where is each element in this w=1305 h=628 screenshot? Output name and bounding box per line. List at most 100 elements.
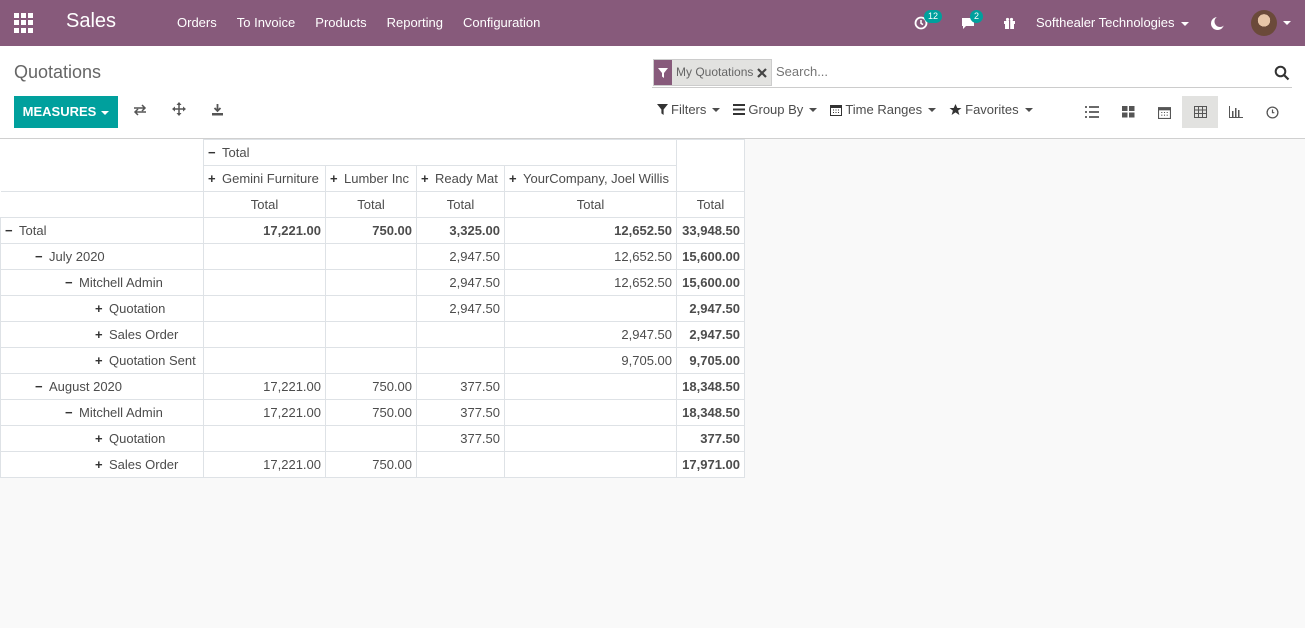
pivot-cell[interactable] xyxy=(325,243,417,270)
measure-header[interactable]: Total xyxy=(203,191,326,218)
pivot-cell[interactable]: 750.00 xyxy=(325,217,417,244)
measures-button[interactable]: MEASURES xyxy=(14,96,118,128)
pivot-cell[interactable]: 2,947.50 xyxy=(504,321,677,348)
row-header[interactable]: + Quotation xyxy=(0,295,204,322)
pivot-cell[interactable] xyxy=(504,451,677,478)
pivot-cell[interactable]: 377.50 xyxy=(416,373,505,400)
search-icon[interactable] xyxy=(1274,65,1290,81)
col-header-gemini-furniture[interactable]: + Gemini Furniture xyxy=(203,165,326,192)
pivot-row-total[interactable]: 377.50 xyxy=(676,425,745,452)
filters-dropdown[interactable]: Filters xyxy=(657,102,721,117)
pivot-cell[interactable]: 12,652.50 xyxy=(504,243,677,270)
row-header[interactable]: − Mitchell Admin xyxy=(0,399,204,426)
user-avatar[interactable] xyxy=(1251,10,1277,36)
calendar-view-button[interactable] xyxy=(1146,96,1182,128)
pivot-cell[interactable]: 2,947.50 xyxy=(416,243,505,270)
pivot-row-total[interactable]: 9,705.00 xyxy=(676,347,745,374)
measure-header[interactable]: Total xyxy=(676,191,745,218)
list-view-button[interactable] xyxy=(1074,96,1110,128)
row-header[interactable]: − Mitchell Admin xyxy=(0,269,204,296)
pivot-cell[interactable] xyxy=(416,451,505,478)
pivot-cell[interactable] xyxy=(504,295,677,322)
pivot-cell[interactable]: 9,705.00 xyxy=(504,347,677,374)
pivot-cell[interactable] xyxy=(325,269,417,296)
pivot-cell[interactable]: 17,221.00 xyxy=(203,451,326,478)
measure-header[interactable]: Total xyxy=(416,191,505,218)
pivot-row-total[interactable]: 18,348.50 xyxy=(676,373,745,400)
pivot-cell[interactable]: 17,221.00 xyxy=(203,373,326,400)
pivot-row-total[interactable]: 18,348.50 xyxy=(676,399,745,426)
measure-header[interactable]: Total xyxy=(325,191,417,218)
favorites-dropdown[interactable]: Favorites xyxy=(949,102,1033,117)
pivot-cell[interactable] xyxy=(325,425,417,452)
pivot-cell[interactable] xyxy=(203,425,326,452)
search-facet[interactable]: My Quotations xyxy=(653,59,773,86)
row-header[interactable]: + Quotation Sent xyxy=(0,347,204,374)
user-menu-caret-icon[interactable] xyxy=(1283,21,1291,25)
pivot-cell[interactable]: 750.00 xyxy=(325,373,417,400)
pivot-row-total[interactable]: 2,947.50 xyxy=(676,321,745,348)
row-header[interactable]: − July 2020 xyxy=(0,243,204,270)
pivot-cell[interactable] xyxy=(203,269,326,296)
graph-view-button[interactable] xyxy=(1218,96,1254,128)
facet-remove-icon[interactable] xyxy=(757,60,772,85)
pivot-cell[interactable]: 2,947.50 xyxy=(416,295,505,322)
pivot-cell[interactable] xyxy=(504,399,677,426)
menu-item-reporting[interactable]: Reporting xyxy=(377,15,453,30)
pivot-cell[interactable]: 17,221.00 xyxy=(203,217,326,244)
pivot-row-total[interactable]: 15,600.00 xyxy=(676,243,745,270)
row-header[interactable]: + Sales Order xyxy=(0,321,204,348)
col-header-lumber-inc[interactable]: + Lumber Inc xyxy=(325,165,417,192)
pivot-cell[interactable] xyxy=(504,425,677,452)
menu-item-products[interactable]: Products xyxy=(305,15,376,30)
messaging-button[interactable] xyxy=(961,0,975,46)
pivot-cell[interactable] xyxy=(416,321,505,348)
pivot-row-total[interactable]: 33,948.50 xyxy=(676,217,745,244)
pivot-cell[interactable] xyxy=(504,373,677,400)
apps-menu-icon[interactable] xyxy=(14,13,34,33)
company-switcher[interactable]: Softhealer Technologies xyxy=(1036,15,1189,30)
pivot-cell[interactable]: 3,325.00 xyxy=(416,217,505,244)
download-icon[interactable] xyxy=(207,102,227,122)
pivot-cell[interactable]: 12,652.50 xyxy=(504,217,677,244)
row-header[interactable]: − August 2020 xyxy=(0,373,204,400)
gift-button[interactable] xyxy=(1003,0,1016,46)
row-header[interactable]: + Quotation xyxy=(0,425,204,452)
menu-item-to-invoice[interactable]: To Invoice xyxy=(227,15,306,30)
col-header-ready-mat[interactable]: + Ready Mat xyxy=(416,165,505,192)
pivot-cell[interactable]: 2,947.50 xyxy=(416,269,505,296)
activity-view-button[interactable] xyxy=(1254,96,1290,128)
groupby-dropdown[interactable]: Group By xyxy=(733,102,818,117)
expand-all-icon[interactable] xyxy=(169,102,189,122)
pivot-cell[interactable] xyxy=(203,243,326,270)
flip-axis-icon[interactable] xyxy=(130,102,150,122)
col-header-yourcompany[interactable]: + YourCompany, Joel Willis xyxy=(504,165,677,192)
pivot-view-button[interactable] xyxy=(1182,96,1218,128)
pivot-cell[interactable] xyxy=(203,295,326,322)
measure-header[interactable]: Total xyxy=(504,191,677,218)
pivot-row-total[interactable]: 17,971.00 xyxy=(676,451,745,478)
pivot-cell[interactable] xyxy=(203,321,326,348)
menu-item-configuration[interactable]: Configuration xyxy=(453,15,550,30)
kanban-view-button[interactable] xyxy=(1110,96,1146,128)
pivot-cell[interactable] xyxy=(203,347,326,374)
pivot-cell[interactable]: 377.50 xyxy=(416,425,505,452)
pivot-cell[interactable] xyxy=(416,347,505,374)
pivot-cell[interactable] xyxy=(325,321,417,348)
pivot-cell[interactable]: 12,652.50 xyxy=(504,269,677,296)
pivot-row-total[interactable]: 2,947.50 xyxy=(676,295,745,322)
pivot-cell[interactable]: 750.00 xyxy=(325,399,417,426)
pivot-cell[interactable]: 17,221.00 xyxy=(203,399,326,426)
dark-mode-toggle[interactable] xyxy=(1210,0,1225,46)
row-header[interactable]: + Sales Order xyxy=(0,451,204,478)
row-header[interactable]: − Total xyxy=(0,217,204,244)
app-brand[interactable]: Sales xyxy=(66,10,116,33)
menu-item-orders[interactable]: Orders xyxy=(167,15,227,30)
search-input[interactable] xyxy=(776,64,1256,79)
activity-button[interactable] xyxy=(914,0,928,46)
pivot-cell[interactable] xyxy=(325,347,417,374)
pivot-cell[interactable]: 377.50 xyxy=(416,399,505,426)
pivot-cell[interactable] xyxy=(325,295,417,322)
pivot-cell[interactable]: 750.00 xyxy=(325,451,417,478)
pivot-row-total[interactable]: 15,600.00 xyxy=(676,269,745,296)
